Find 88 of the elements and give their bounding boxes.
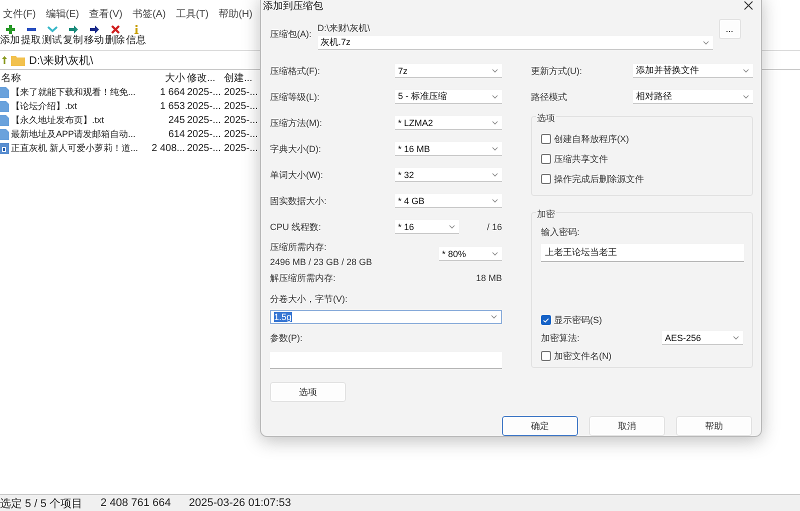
memory-value: 2496 MB / 23 GB / 28 GB [270,257,372,267]
toolbar-button[interactable]: 信息 [126,24,146,50]
dialog-button[interactable]: 确定 [502,416,578,436]
table-cell-text: 2025-... [223,114,259,126]
password-field[interactable]: 上老王论坛当老王 [541,244,744,262]
dropdown[interactable]: * LZMA2 [395,116,502,130]
dialog-button[interactable]: 帮助 [676,416,752,436]
table-cell-text: 1 664 [158,86,186,98]
menu-item[interactable]: 文件(F) [3,7,36,22]
table-cell-text: 2 408... [150,142,186,154]
table-cell-text: 2025-... [223,100,259,112]
field-label: CPU 线程数: [270,220,322,234]
dropdown[interactable]: AES-256 [662,331,743,345]
toolbar-button[interactable]: 删除 [105,24,125,50]
checkbox-label: 压缩共享文件 [554,152,608,166]
toolbar-button[interactable]: 移动 [84,24,104,50]
field-label: 压缩方法(M): [270,116,322,130]
dropdown[interactable]: 灰机.7z [318,36,712,50]
file-name[interactable]: 【来了就能下载和观看！纯免... [11,86,136,98]
field-label: 分卷大小，字节(V): [270,292,348,306]
toolbar-button[interactable]: 添加 [0,24,20,50]
toolbar-button[interactable]: 复制 [63,24,83,50]
menu-item[interactable]: 编辑(E) [46,7,80,22]
table-cell-text: 2025-... [223,86,259,98]
checkbox-label: 创建自释放程序(X) [554,132,629,146]
field-label: 压缩等级(L): [270,90,320,104]
file-name[interactable]: 【永久地址发布页】.txt [11,114,104,126]
table-cell-text: 2025-... [186,86,222,98]
status-text: 2 408 761 664 [100,497,171,509]
field-label: 压缩包(A): [270,28,312,41]
table-cell-text: 2025-... [223,128,259,140]
field-label: 解压缩所需内存: [270,272,336,284]
table-cell-text: 2025-... [223,142,259,154]
table-cell-text: 245 [167,114,186,126]
field-label: 压缩所需内存: [270,241,328,254]
menu-item[interactable]: 帮助(H) [218,7,252,22]
dropdown[interactable]: * 80% [439,247,502,261]
dropdown[interactable]: * 4 GB [395,194,502,208]
column-header[interactable]: 大小 [146,70,186,84]
column-header[interactable]: 修改... [186,70,223,84]
dropdown[interactable]: 7z [395,64,502,78]
table-cell-text: 2025-... [186,142,222,154]
dropdown[interactable]: * 16 [394,220,459,234]
toolbar-button[interactable]: 测试 [42,24,62,50]
field-label: 固实数据大小: [270,194,327,208]
dialog-title: 添加到压缩包 [263,0,323,12]
checkbox-label: 操作完成后删除源文件 [554,172,644,186]
browse-button[interactable]: ... [718,19,740,39]
field-label: 加密算法: [541,332,580,344]
thread-max: / 16 [486,222,502,232]
column-header[interactable]: 创建... [223,70,260,84]
checkbox-label: 加密文件名(N) [554,350,612,362]
table-cell-text: 614 [167,128,186,140]
table-cell-text: 2025-... [186,114,222,126]
menu-item[interactable]: 查看(V) [89,7,122,22]
field-label: 参数(P): [270,332,302,344]
file-name[interactable]: 正直灰机 新人可爱小萝莉！道... [11,142,138,154]
dropdown[interactable]: 相对路径 [633,90,753,104]
memory-value: 18 MB [476,273,502,283]
options-button[interactable]: 选项 [270,382,346,402]
field-label: 更新方式(U): [531,64,582,78]
menu-item[interactable]: 书签(A) [132,7,166,22]
field-label: 输入密码: [541,226,581,239]
field-label: 单词大小(W): [270,168,323,182]
file-name[interactable]: 最新地址及APP请发邮箱自动... [11,128,136,140]
table-cell-text: 2025-... [186,100,222,112]
group-title: 选项 [536,112,556,125]
path-field[interactable]: D:\来财\灰机\ [29,52,94,68]
dropdown[interactable]: 5 - 标准压缩 [395,90,502,104]
column-header[interactable]: 名称 [0,70,146,84]
status-text: 选定 5 / 5 个项目 [0,496,83,510]
table-cell-text: 2025-... [186,128,222,140]
dropdown[interactable]: * 32 [395,168,502,182]
menu-item[interactable]: 工具(T) [176,7,209,22]
dropdown[interactable]: * 16 MB [395,142,502,156]
status-text: 2025-03-26 01:07:53 [188,497,292,509]
checkbox-label: 显示密码(S) [554,314,602,326]
group-title: 加密 [536,208,556,221]
field-label: 路径模式 [531,90,567,104]
table-cell-text: 1 653 [158,100,186,112]
file-name[interactable]: 【论坛介绍】.txt [11,100,78,112]
field-label: 压缩格式(F): [270,64,320,78]
field-label: 字典大小(D): [270,142,321,156]
toolbar-button[interactable]: 提取 [21,24,41,50]
dialog-button[interactable]: 取消 [589,416,665,436]
dropdown[interactable]: 1.5g [270,310,502,324]
dropdown[interactable]: 添加并替换文件 [633,64,753,78]
folder-path: D:\来财\灰机\ [318,22,372,35]
